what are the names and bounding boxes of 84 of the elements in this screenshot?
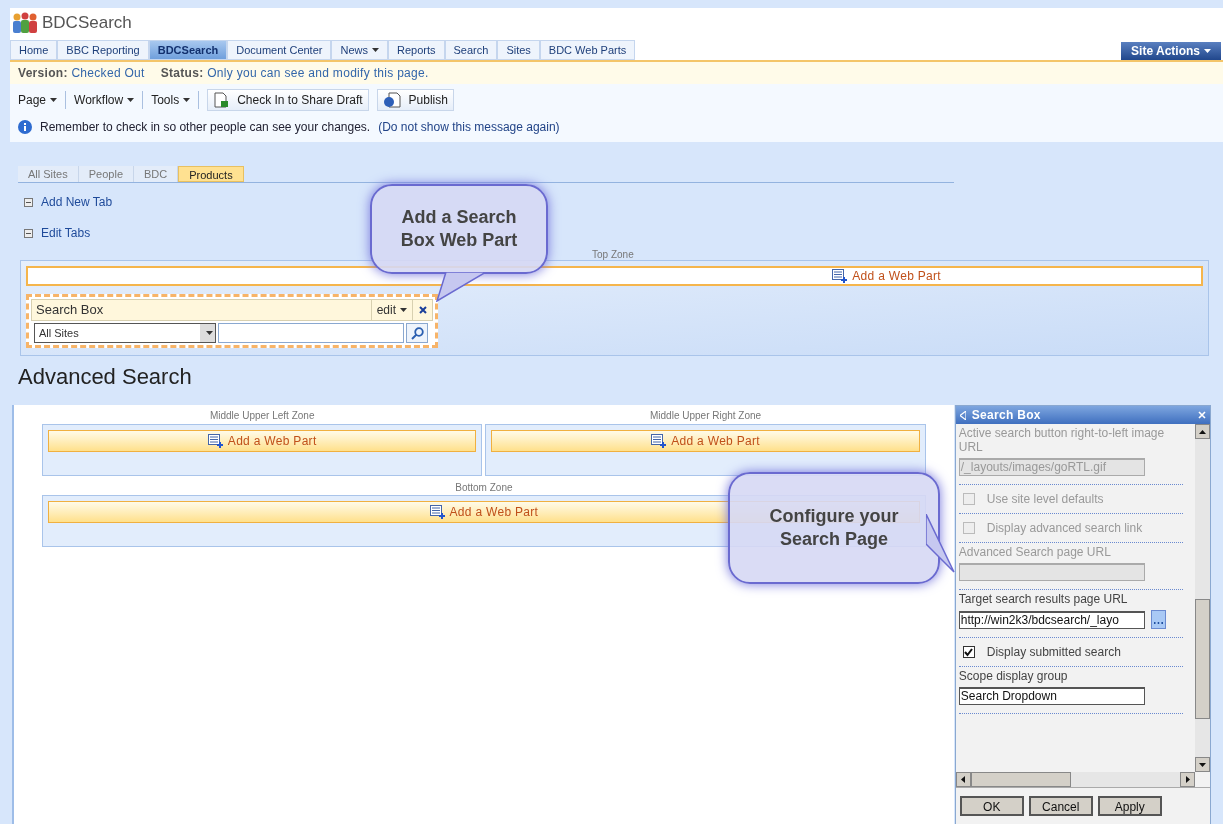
nav-tab[interactable]: News [331, 40, 388, 60]
add-web-part-link[interactable]: Add a Web Part [227, 431, 317, 450]
toolbar-button[interactable]: Check In to Share Draft [207, 89, 369, 111]
dialog-button[interactable]: OK [959, 796, 1024, 816]
toolbar-menu[interactable]: Workflow [74, 91, 144, 109]
zone-label: Bottom Zone [455, 481, 513, 493]
add-web-part-icon [207, 433, 224, 448]
tab-link[interactable]: Add New Tab [41, 193, 113, 211]
nav-tab[interactable]: BBC Reporting [57, 40, 149, 60]
version-status: Version: Checked Out [18, 65, 145, 82]
text-field[interactable]: Search Dropdown [958, 687, 1145, 705]
zone-label: Middle Upper Right Zone [650, 410, 762, 421]
tab-link[interactable]: Edit Tabs [41, 224, 91, 242]
checkbox[interactable] [962, 646, 975, 658]
horizontal-scrollbar[interactable] [955, 772, 1195, 787]
vertical-scrollbar[interactable] [1195, 424, 1210, 772]
check-in-reminder: Remember to check in so other people can see your changes. [40, 119, 371, 136]
dismiss-message-link[interactable]: (Do not show this message again) [378, 118, 560, 136]
scope-tab[interactable]: People [78, 166, 134, 182]
caret-icon [372, 48, 379, 52]
collapse-arrow-icon[interactable] [959, 410, 966, 420]
document-globe-icon [382, 92, 401, 108]
scroll-up-arrow-icon[interactable] [1199, 429, 1206, 434]
checkbox-label: Display advanced search link [986, 520, 1143, 537]
browse-icon[interactable] [1150, 610, 1166, 629]
zone-label: Middle Upper Left Zone [209, 410, 315, 421]
toolbar-menu[interactable]: Tools [151, 91, 200, 109]
page-heading: Advanced Search [18, 363, 193, 391]
bullet-icon [24, 228, 33, 238]
add-web-part-icon [832, 269, 849, 283]
add-web-part-icon [429, 505, 446, 519]
people-logo-icon [12, 12, 38, 34]
toolbar-button[interactable]: Publish [376, 89, 454, 111]
nav-tab[interactable]: Home [10, 40, 58, 60]
bullet-icon [24, 197, 33, 207]
caret-icon [400, 308, 407, 312]
add-web-part-bar[interactable]: Add a Web Part [491, 429, 920, 452]
scope-tab[interactable]: Products [178, 166, 244, 182]
nav-tab[interactable]: Reports [388, 40, 445, 60]
add-web-part-bar[interactable]: Add a Web Part [48, 429, 477, 452]
scroll-down-arrow-icon[interactable] [1199, 762, 1206, 767]
nav-tab[interactable]: BDCSearch [148, 40, 228, 60]
check-icon [964, 647, 974, 657]
checkbox-label: Display submitted search [986, 644, 1121, 661]
add-web-part-bar[interactable]: Add a Web Part [26, 266, 1203, 286]
caret-icon [183, 98, 191, 102]
checkbox-label: Use site level defaults [986, 491, 1104, 508]
nav-tab[interactable]: Search [444, 40, 498, 60]
site-actions-button[interactable]: Site Actions [1121, 42, 1221, 60]
callout-pointer [926, 514, 956, 574]
caret-icon [1204, 49, 1211, 53]
tool-pane-title: Search Box [971, 407, 1041, 424]
toolbar-menu[interactable]: Page [18, 91, 67, 109]
scope-dropdown[interactable]: All Sites [34, 323, 216, 343]
nav-tab[interactable]: Sites [497, 40, 540, 60]
add-web-part-icon [651, 433, 668, 448]
search-query-field[interactable] [218, 323, 404, 343]
scroll-right-arrow-icon[interactable] [1185, 776, 1190, 783]
add-web-part-link[interactable]: Add a Web Part [852, 267, 941, 285]
zone-label: Top Zone [592, 249, 634, 260]
web-part-title: Search Box [35, 301, 105, 320]
field-label: Target search results page URL [958, 592, 1129, 606]
search-icon[interactable] [406, 323, 428, 343]
page-status: Status: Only you can see and modify this page. [160, 65, 429, 82]
nav-tab[interactable]: Document Center [227, 40, 332, 60]
dialog-button[interactable]: Apply [1097, 796, 1162, 816]
field-label: Active search button right-to-left image URL [958, 426, 1166, 454]
field-label: Advanced Search page URL [958, 545, 1112, 559]
site-title: BDCSearch [42, 12, 132, 35]
text-field[interactable]: http://win2k3/bdcsearch/_layo [958, 610, 1145, 629]
field-label: Scope display group [958, 669, 1069, 683]
add-web-part-link[interactable]: Add a Web Part [449, 503, 539, 521]
scope-tab[interactable]: BDC [134, 166, 179, 182]
caret-icon [206, 331, 213, 335]
add-web-part-link[interactable]: Add a Web Part [671, 431, 760, 450]
edit-menu-button[interactable]: edit [370, 300, 412, 320]
caret-icon [127, 98, 135, 102]
scope-tab[interactable]: All Sites [18, 166, 79, 182]
dialog-button[interactable]: Cancel [1028, 796, 1093, 816]
caret-icon [50, 98, 58, 102]
scroll-left-arrow-icon[interactable] [961, 776, 966, 783]
info-icon [18, 120, 32, 134]
nav-tab[interactable]: BDC Web Parts [539, 40, 636, 60]
document-check-icon [213, 92, 230, 108]
